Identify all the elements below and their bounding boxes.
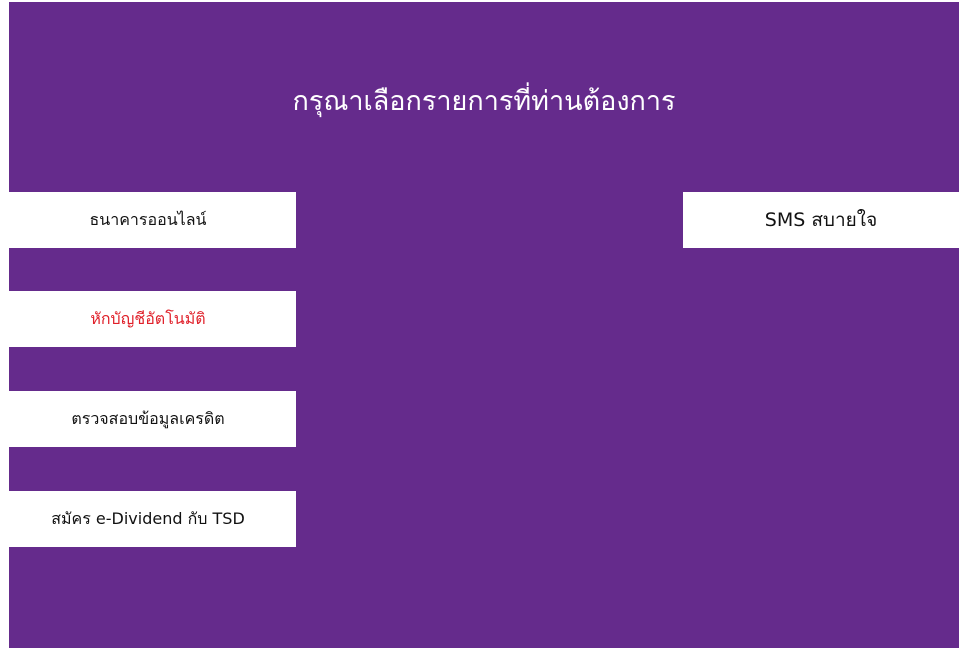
auto-debit-label: หักบัญชีอัตโนมัติ: [90, 308, 206, 328]
sms-sabaijai-button[interactable]: SMS สบายใจ: [683, 192, 959, 248]
main-screen: กรุณาเลือกรายการที่ท่านต้องการ ธนาคารออน…: [0, 2, 959, 648]
auto-debit-button[interactable]: หักบัญชีอัตโนมัติ: [0, 291, 296, 347]
e-dividend-tsd-button[interactable]: สมัคร e-Dividend กับ TSD: [0, 491, 296, 547]
e-dividend-tsd-label: สมัคร e-Dividend กับ TSD: [51, 508, 245, 528]
credit-check-label: ตรวจสอบข้อมูลเครดิต: [71, 408, 225, 428]
credit-check-button[interactable]: ตรวจสอบข้อมูลเครดิต: [0, 391, 296, 447]
online-banking-button[interactable]: ธนาคารออนไลน์: [0, 192, 296, 248]
online-banking-label: ธนาคารออนไลน์: [89, 209, 207, 229]
sms-sabaijai-label: SMS สบายใจ: [764, 209, 878, 231]
page-title: กรุณาเลือกรายการที่ท่านต้องการ: [292, 86, 676, 117]
